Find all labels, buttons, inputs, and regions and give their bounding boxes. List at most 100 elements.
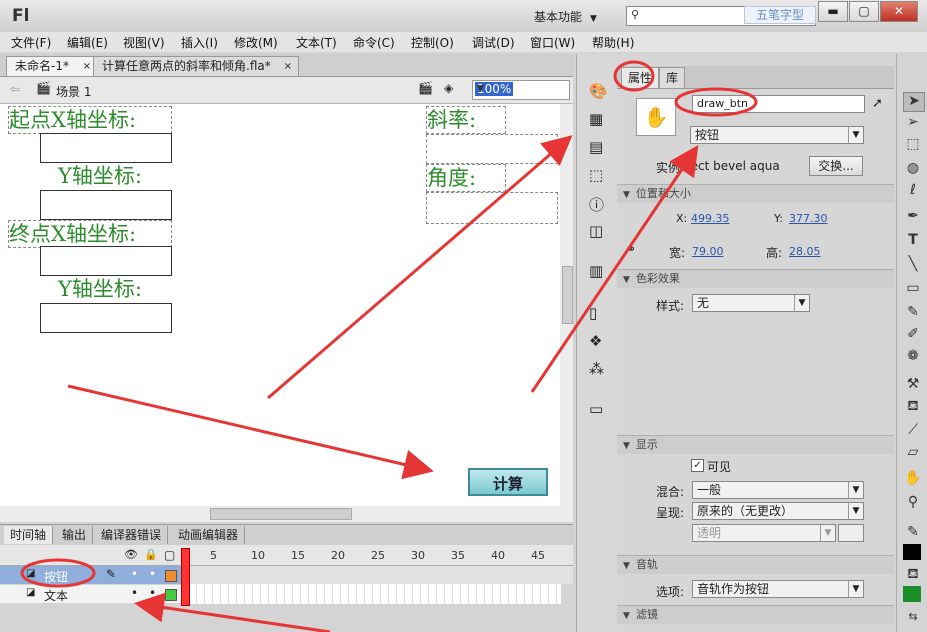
stage-horizontal-scrollbar[interactable] [0, 506, 573, 522]
info-icon[interactable]: ⓘ [589, 194, 604, 215]
menu-text[interactable]: 文本(T) [296, 34, 337, 51]
menu-commands[interactable]: 命令(C) [353, 34, 395, 51]
section-position-size[interactable]: ▼ 位置和大小 [617, 184, 894, 203]
swap-button[interactable]: 交换... [809, 156, 863, 176]
visibility-dot[interactable]: • [131, 567, 138, 581]
instance-name-input[interactable]: draw_btn [692, 95, 865, 113]
zoom-icon[interactable]: ⚲ [903, 494, 923, 512]
maximize-button[interactable]: ▢ [849, 1, 879, 22]
height-value[interactable]: 28.05 [789, 245, 821, 258]
menu-file[interactable]: 文件(F) [11, 34, 51, 51]
menu-window[interactable]: 窗口(W) [530, 34, 575, 51]
tab-output[interactable]: 输出 [56, 526, 94, 544]
lock-icon[interactable]: 🔒 [144, 548, 158, 561]
transparent-select[interactable]: 透明 ▼ [692, 524, 836, 542]
workspace-switcher[interactable]: 基本功能 ▼ [534, 8, 597, 25]
start-y-input[interactable] [40, 190, 172, 220]
end-x-input[interactable] [40, 246, 172, 276]
link-icon[interactable]: ⚭ [626, 242, 636, 256]
fill-color-icon[interactable]: ⛾ [903, 566, 923, 584]
section-filters[interactable]: ▼ 滤镜 [617, 605, 894, 624]
layer-button[interactable]: ◪ 按钮 ✎ • • [0, 566, 573, 584]
3d-rotation-icon[interactable]: ◍ [903, 160, 923, 178]
close-icon[interactable]: × [83, 57, 91, 76]
tab-compiler-errors[interactable]: 编译器错误 [95, 526, 169, 544]
minimize-button[interactable]: ▬ [818, 1, 848, 22]
section-color-effect[interactable]: ▼ 色彩效果 [617, 269, 894, 288]
section-display[interactable]: ▼ 显示 [617, 435, 894, 454]
lasso-icon[interactable]: ℓ [903, 182, 923, 200]
lock-dot[interactable]: • [149, 567, 156, 581]
history-icon[interactable]: ◫ [589, 222, 603, 240]
align-icon[interactable]: ▤ [589, 138, 603, 156]
stage-vertical-scrollbar[interactable] [560, 104, 573, 506]
render-select[interactable]: 原来的（无更改） ▼ [692, 502, 864, 520]
visible-checkbox[interactable]: ✓ [691, 459, 704, 472]
hand-icon[interactable]: ✋ [903, 470, 923, 488]
bone-icon[interactable]: ⚒ [903, 376, 923, 394]
transform-icon[interactable]: ⬚ [589, 166, 603, 184]
tab-motion-editor[interactable]: 动画编辑器 [172, 526, 246, 544]
playhead[interactable] [181, 548, 190, 606]
edit-scene-icon[interactable]: 🎬 [418, 81, 433, 95]
end-y-input[interactable] [40, 303, 172, 333]
stage[interactable]: 起点X轴坐标: Y轴坐标: 终点X轴坐标: Y轴坐标: 斜率: 角度: 计算 [0, 104, 560, 506]
tab-library[interactable]: 库 [659, 67, 686, 88]
layer-name[interactable]: 文本 [44, 587, 68, 604]
symbol-type-select[interactable]: 按钮 ▼ [690, 126, 864, 144]
menu-debug[interactable]: 调试(D) [472, 34, 515, 51]
paint-bucket-icon[interactable]: ⛾ [903, 398, 923, 416]
menu-edit[interactable]: 编辑(E) [67, 34, 108, 51]
deco-icon[interactable]: ❁ [903, 348, 923, 366]
output-icon[interactable]: ▭ [589, 400, 603, 418]
eraser-icon[interactable]: ▱ [903, 444, 923, 462]
stroke-color-icon[interactable]: ✎ [903, 524, 923, 542]
visibility-dot[interactable]: • [131, 586, 138, 600]
start-x-input[interactable] [40, 133, 172, 163]
stroke-color-swatch[interactable] [903, 544, 921, 560]
close-button[interactable]: ✕ [880, 1, 918, 22]
blend-select[interactable]: 一般 ▼ [692, 481, 864, 499]
width-value[interactable]: 79.00 [692, 245, 724, 258]
layer-text[interactable]: ◪ 文本 • • [0, 585, 181, 603]
line-tool-icon[interactable]: ╲ [903, 256, 923, 274]
tab-timeline[interactable]: 时间轴 [4, 526, 54, 544]
subselection-tool-icon[interactable]: ➢ [903, 114, 923, 132]
swatches-icon[interactable]: ▦ [589, 110, 603, 128]
lock-dot[interactable]: • [149, 586, 156, 600]
fill-color-swatch[interactable] [903, 586, 921, 602]
eye-icon[interactable]: 👁 [124, 548, 138, 561]
components-icon[interactable]: ❖ [589, 332, 602, 350]
menu-view[interactable]: 视图(V) [123, 34, 165, 51]
doc-tab-untitled[interactable]: 未命名-1* × [6, 56, 98, 76]
style-select[interactable]: 无 ▼ [692, 294, 810, 312]
close-icon[interactable]: × [284, 57, 292, 76]
x-value[interactable]: 499.35 [691, 212, 730, 225]
pencil-icon[interactable]: ✎ [903, 304, 923, 322]
help-icon[interactable]: ➚ [872, 96, 883, 111]
selection-tool-icon[interactable]: ➤ [903, 92, 925, 112]
eyedropper-icon[interactable]: ⟋ [903, 422, 923, 440]
edit-symbol-icon[interactable]: ◈ [444, 81, 453, 95]
rectangle-tool-icon[interactable]: ▭ [903, 280, 923, 298]
free-transform-icon[interactable]: ⬚ [903, 136, 923, 154]
text-tool-icon[interactable]: T [903, 232, 923, 250]
scroll-thumb[interactable] [562, 266, 573, 324]
code-snippets-icon[interactable]: ▯ [589, 304, 597, 322]
menu-help[interactable]: 帮助(H) [592, 34, 634, 51]
calc-button[interactable]: 计算 [468, 468, 548, 496]
tab-properties[interactable]: 属性 [621, 67, 660, 88]
layer-name[interactable]: 按钮 [44, 568, 68, 585]
color-palette-icon[interactable]: 🎨 [589, 82, 608, 100]
back-arrow-icon[interactable]: ⇦ [10, 82, 20, 96]
menu-control[interactable]: 控制(O) [411, 34, 454, 51]
layer-color-swatch[interactable] [165, 589, 177, 601]
scroll-thumb[interactable] [210, 508, 352, 520]
library-icon[interactable]: ▥ [589, 262, 603, 280]
motion-presets-icon[interactable]: ⁂ [589, 360, 604, 378]
menu-modify[interactable]: 修改(M) [234, 34, 278, 51]
section-track[interactable]: ▼ 音轨 [617, 555, 894, 574]
brush-icon[interactable]: ✐ [903, 326, 923, 344]
doc-tab-slope[interactable]: 计算任意两点的斜率和倾角.fla* × [93, 56, 299, 76]
background-color-swatch[interactable] [838, 524, 864, 542]
